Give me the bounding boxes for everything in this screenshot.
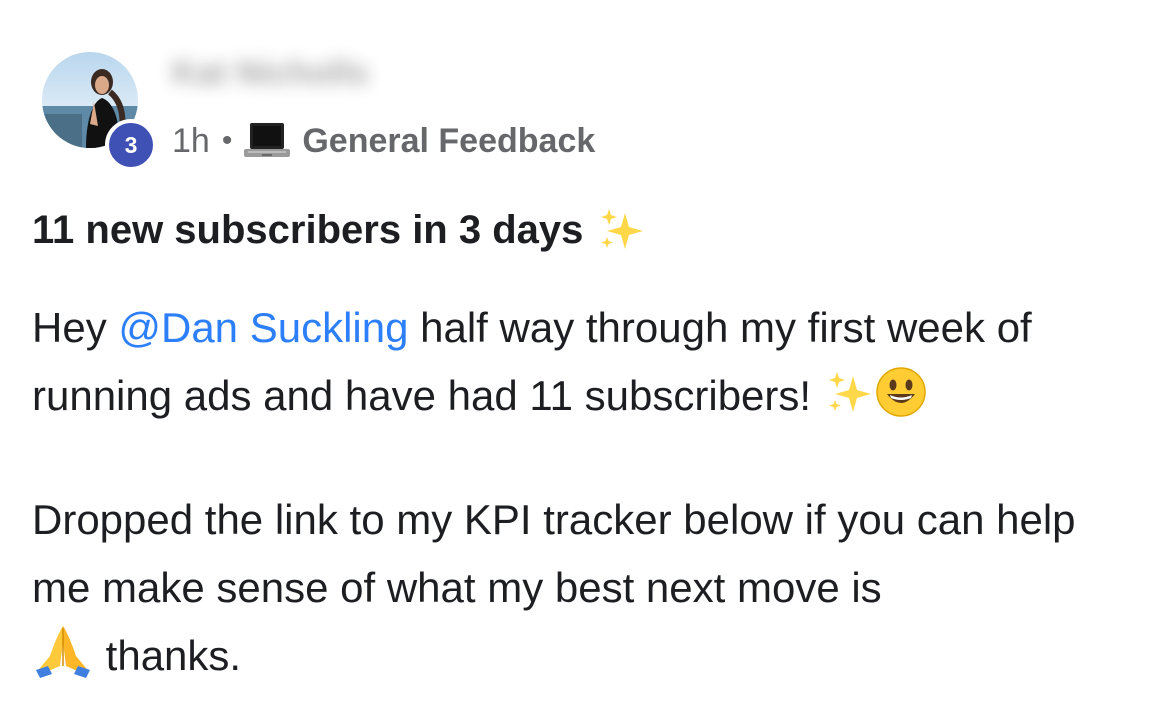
p2-end: thanks.: [94, 632, 242, 679]
meta-separator: •: [221, 124, 233, 157]
author-name[interactable]: Kat Nicholls: [172, 50, 368, 96]
post-meta-row: 1h • General Feedback: [172, 118, 595, 164]
post-title: 11 new subscribers in 3 days: [32, 200, 647, 260]
laptop-icon: [244, 121, 291, 161]
sparkles-icon: [825, 368, 875, 418]
p1-prefix: Hey: [32, 304, 119, 351]
post-paragraph: Hey @Dan Suckling half way through my fi…: [32, 294, 1142, 430]
category-link[interactable]: General Feedback: [302, 122, 595, 161]
post-paragraph: Dropped the link to my KPI tracker below…: [32, 486, 1142, 690]
mention-link[interactable]: @Dan Suckling: [118, 304, 408, 351]
post-time-ago[interactable]: 1h: [172, 122, 210, 161]
p2-text: Dropped the link to my KPI tracker below…: [32, 496, 1076, 611]
praying-hands-icon: [32, 622, 94, 678]
smiley-icon: [875, 366, 927, 418]
post-title-text: 11 new subscribers in 3 days: [32, 208, 584, 252]
post-body: Hey @Dan Suckling half way through my fi…: [32, 294, 1142, 690]
sparkles-icon: [597, 205, 647, 255]
member-level-badge: 3: [105, 119, 157, 171]
